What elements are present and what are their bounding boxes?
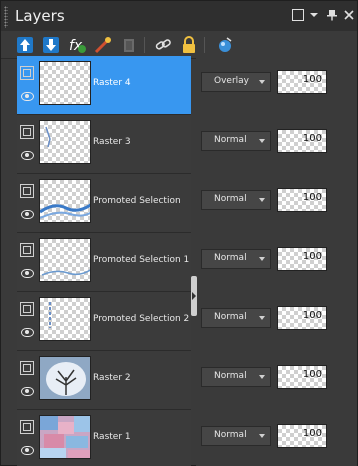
visibility-eye-icon[interactable]	[21, 328, 34, 337]
layer-row[interactable]: Raster 1	[17, 410, 191, 466]
layer-thumbnail	[39, 179, 91, 223]
layer-group-icon[interactable]	[20, 302, 34, 316]
layer-thumbnail	[39, 120, 91, 164]
layer-controls: Normal 100	[201, 292, 357, 351]
blend-mode-value: Normal	[214, 312, 247, 322]
layers-panel: Layers fx Raster 4 Overlay 100 Raster 3 …	[0, 0, 358, 466]
layer-name: Promoted Selection 1	[93, 255, 190, 265]
opacity-value: 100	[302, 192, 322, 203]
blend-mode-value: Normal	[214, 371, 247, 381]
layer-row[interactable]: Raster 4	[17, 56, 191, 115]
layer-controls: Normal 100	[201, 233, 357, 292]
blend-mode-dropdown[interactable]: Normal	[201, 426, 271, 446]
layer-row[interactable]: Promoted Selection 2	[17, 292, 191, 351]
layer-name: Raster 3	[93, 137, 131, 147]
layer-controls: Normal 100	[201, 174, 357, 233]
layer-group-icon[interactable]	[20, 420, 34, 434]
layer-thumbnail	[39, 61, 91, 105]
panel-title: Layers	[15, 7, 65, 25]
layer-thumbnail	[39, 415, 91, 459]
blend-mode-value: Normal	[214, 253, 247, 263]
opacity-field[interactable]: 100	[277, 424, 327, 448]
blend-mode-value: Overlay	[214, 76, 249, 86]
dropdown-icon[interactable]	[310, 13, 318, 17]
layer-controls: Normal 100	[201, 410, 357, 466]
layers-toolbar: fx	[1, 31, 357, 59]
layer-controls: Normal 100	[201, 115, 357, 174]
layer-properties-icon[interactable]	[215, 35, 235, 55]
opacity-value: 100	[302, 369, 322, 380]
new-vector-layer-icon[interactable]	[41, 35, 61, 55]
layer-thumbnail	[39, 297, 91, 341]
delete-layer-icon[interactable]	[119, 35, 139, 55]
layer-name: Raster 4	[93, 78, 131, 88]
layers-list: Raster 4 Overlay 100 Raster 3 Normal 100	[1, 56, 357, 466]
blend-mode-dropdown[interactable]: Normal	[201, 249, 271, 269]
layer-row[interactable]: Raster 3	[17, 115, 191, 174]
panel-titlebar[interactable]: Layers	[1, 1, 357, 31]
toolbar-divider	[144, 37, 145, 53]
drag-grip-icon[interactable]	[4, 6, 8, 28]
layer-thumbnail	[39, 238, 91, 282]
layer-name: Raster 2	[93, 373, 131, 383]
opacity-field[interactable]: 100	[277, 129, 327, 153]
blend-mode-dropdown[interactable]: Normal	[201, 190, 271, 210]
visibility-eye-icon[interactable]	[21, 151, 34, 160]
blend-mode-dropdown[interactable]: Normal	[201, 131, 271, 151]
visibility-eye-icon[interactable]	[21, 269, 34, 278]
layer-group-icon[interactable]	[20, 243, 34, 257]
visibility-eye-icon[interactable]	[21, 387, 34, 396]
opacity-field[interactable]: 100	[277, 70, 327, 94]
layer-name: Promoted Selection	[93, 196, 181, 206]
blend-mode-value: Normal	[214, 430, 247, 440]
opacity-value: 100	[302, 74, 322, 85]
link-layer-icon[interactable]	[153, 35, 173, 55]
visibility-eye-icon[interactable]	[21, 210, 34, 219]
blend-mode-dropdown[interactable]: Overlay	[201, 72, 271, 92]
layer-row[interactable]: Promoted Selection 1	[17, 233, 191, 292]
splitter-arrow-icon[interactable]	[191, 276, 197, 316]
layer-effects-icon[interactable]	[93, 35, 113, 55]
panel-splitter[interactable]	[191, 276, 197, 316]
layer-group-icon[interactable]	[20, 361, 34, 375]
lock-layer-icon[interactable]	[179, 35, 199, 55]
opacity-field[interactable]: 100	[277, 188, 327, 212]
pin-icon[interactable]	[326, 9, 338, 21]
layer-name: Raster 1	[93, 432, 131, 442]
opacity-value: 100	[302, 133, 322, 144]
layer-group-icon[interactable]	[20, 125, 34, 139]
layer-group-icon[interactable]	[20, 184, 34, 198]
blend-mode-dropdown[interactable]: Normal	[201, 308, 271, 328]
layer-row[interactable]: Raster 2	[17, 351, 191, 410]
opacity-field[interactable]: 100	[277, 247, 327, 271]
opacity-value: 100	[302, 251, 322, 262]
maximize-icon[interactable]	[292, 9, 304, 21]
new-mask-layer-icon[interactable]: fx	[67, 35, 87, 55]
toolbar-divider	[204, 37, 205, 53]
layer-row[interactable]: Promoted Selection	[17, 174, 191, 233]
layer-name: Promoted Selection 2	[93, 314, 190, 324]
opacity-field[interactable]: 100	[277, 365, 327, 389]
layer-group-icon[interactable]	[20, 66, 34, 80]
blend-mode-dropdown[interactable]: Normal	[201, 367, 271, 387]
blend-mode-value: Normal	[214, 194, 247, 204]
opacity-value: 100	[302, 310, 322, 321]
opacity-field[interactable]: 100	[277, 306, 327, 330]
layer-controls: Overlay 100	[201, 56, 357, 115]
visibility-eye-icon[interactable]	[21, 92, 34, 101]
layer-thumbnail	[39, 356, 91, 400]
layer-controls: Normal 100	[201, 351, 357, 410]
blend-mode-value: Normal	[214, 135, 247, 145]
opacity-value: 100	[302, 428, 322, 439]
new-raster-layer-icon[interactable]	[15, 35, 35, 55]
visibility-eye-icon[interactable]	[21, 446, 34, 455]
close-icon[interactable]	[343, 9, 355, 21]
